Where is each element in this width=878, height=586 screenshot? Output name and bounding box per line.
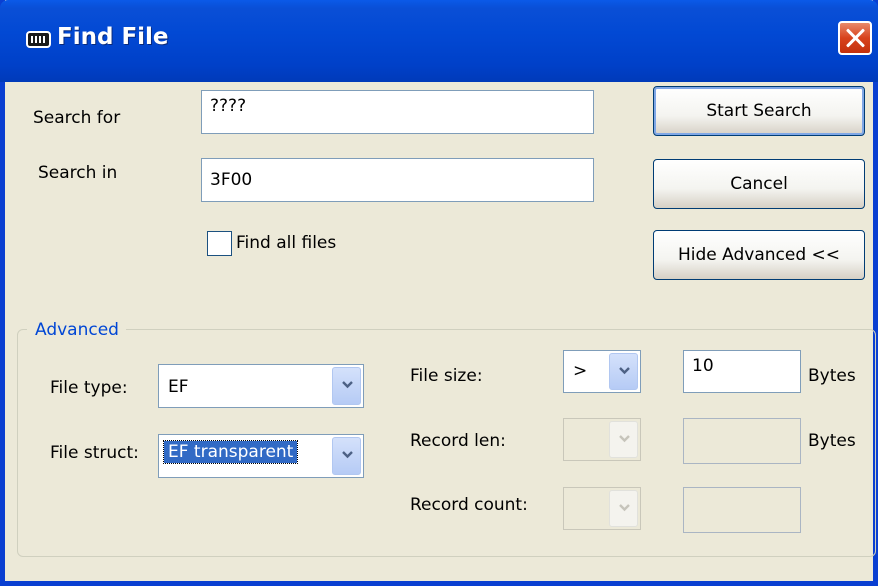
record-len-operator-select[interactable] [563, 418, 641, 461]
record-count-operator-dropdown-button[interactable] [609, 490, 638, 527]
record-len-operator-dropdown-button[interactable] [609, 421, 638, 458]
chevron-down-icon [619, 435, 630, 443]
file-size-input[interactable]: 10 [683, 350, 801, 393]
chevron-down-icon [342, 381, 353, 389]
find-all-files-label[interactable]: Find all files [236, 233, 336, 253]
hide-advanced-button[interactable]: Hide Advanced << [653, 230, 865, 280]
file-size-operator-dropdown-button[interactable] [609, 353, 638, 390]
title-bar[interactable]: Find File [0, 0, 878, 82]
chevron-down-icon [619, 367, 630, 375]
find-all-files-checkbox[interactable] [207, 231, 232, 256]
record-count-label: Record count: [410, 495, 528, 515]
record-len-input[interactable] [683, 418, 801, 464]
start-search-button[interactable]: Start Search [653, 86, 865, 136]
file-type-select[interactable]: EF [158, 364, 364, 408]
file-struct-label: File struct: [50, 443, 139, 463]
file-struct-value: EF transparent [162, 440, 299, 464]
file-type-value: EF [168, 377, 189, 397]
search-for-input[interactable]: ???? [201, 90, 594, 134]
window-title: Find File [57, 24, 169, 50]
file-struct-select[interactable]: EF transparent [158, 434, 364, 478]
file-struct-dropdown-button[interactable] [332, 437, 361, 475]
search-for-label: Search for [33, 108, 121, 128]
file-size-operator-select[interactable]: > [563, 350, 641, 393]
search-in-input[interactable]: 3F00 [201, 158, 594, 202]
advanced-group-title: Advanced [27, 320, 126, 340]
file-size-unit-label: Bytes [808, 366, 856, 386]
chevron-down-icon [342, 451, 353, 459]
record-count-input[interactable] [683, 487, 801, 533]
file-size-label: File size: [410, 366, 483, 386]
file-type-label: File type: [50, 378, 128, 398]
chevron-down-icon [619, 504, 630, 512]
file-type-dropdown-button[interactable] [332, 367, 361, 405]
record-len-unit-label: Bytes [808, 431, 856, 451]
close-icon[interactable] [838, 21, 872, 55]
file-size-operator-value: > [573, 361, 588, 381]
record-len-label: Record len: [410, 431, 506, 451]
cancel-button[interactable]: Cancel [653, 159, 865, 209]
app-icon [26, 31, 51, 48]
record-count-operator-select[interactable] [563, 487, 641, 530]
search-in-label: Search in [38, 163, 118, 183]
